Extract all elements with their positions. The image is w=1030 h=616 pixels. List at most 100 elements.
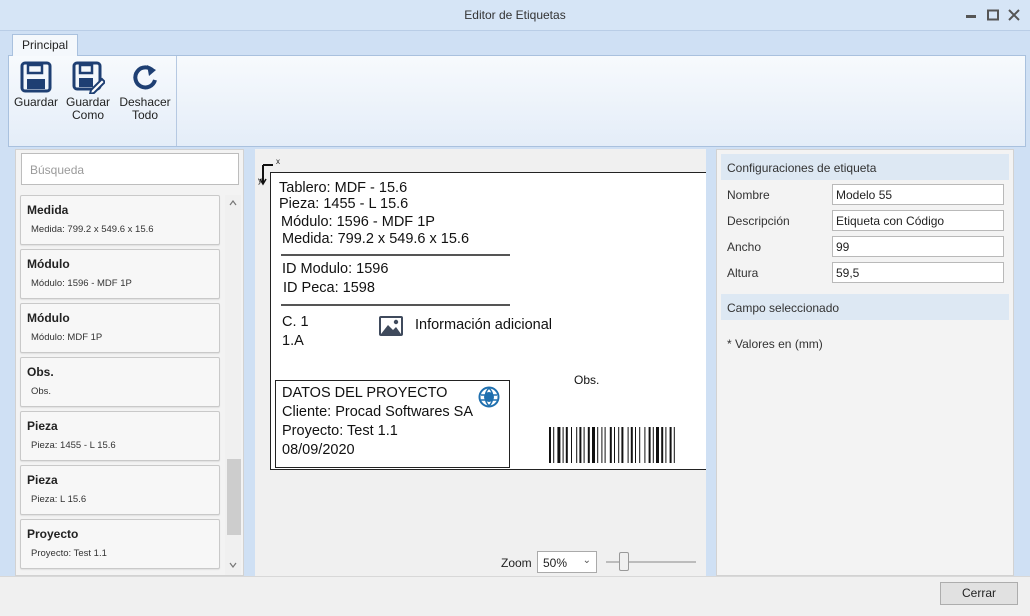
label-field-tablero[interactable]: Tablero: MDF - 15.6 bbox=[279, 180, 407, 196]
label-field-c[interactable]: C. 1 bbox=[282, 314, 309, 330]
barcode-bar bbox=[579, 427, 582, 463]
tab-principal[interactable]: Principal bbox=[12, 34, 78, 56]
barcode-bar bbox=[652, 427, 654, 463]
list-item-name: Obs. bbox=[27, 365, 54, 379]
zoom-slider-thumb[interactable] bbox=[619, 552, 629, 571]
project-box[interactable]: DATOS DEL PROYECTO Cliente: Procad Softw… bbox=[275, 380, 510, 468]
barcode-bar bbox=[614, 427, 615, 463]
list-item-name: Pieza bbox=[27, 473, 58, 487]
zoom-bar: Zoom 50% ⌄ bbox=[255, 549, 706, 576]
close-icon bbox=[1008, 9, 1020, 21]
nombre-field[interactable]: Modelo 55 bbox=[832, 184, 1004, 205]
barcode-bar bbox=[621, 427, 624, 463]
selected-field-header: Campo seleccionado bbox=[721, 294, 1009, 320]
barcode-bar bbox=[648, 427, 651, 463]
prop-label-descripcion: Descripción bbox=[727, 214, 790, 228]
project-client[interactable]: Cliente: Procad Softwares SA bbox=[282, 404, 473, 420]
undo-all-button[interactable]: Deshacer Todo bbox=[117, 60, 173, 122]
label-field-modulo[interactable]: Módulo: 1596 - MDF 1P bbox=[281, 214, 435, 230]
list-item[interactable]: Pieza Pieza: L 15.6 bbox=[20, 465, 220, 515]
barcode-bar bbox=[571, 427, 572, 463]
barcode-bar bbox=[576, 427, 578, 463]
fields-list: Medida Medida: 799.2 x 549.6 x 15.6 Módu… bbox=[20, 195, 220, 573]
label-preview[interactable]: Tablero: MDF - 15.6 Pieza: 1455 - L 15.6… bbox=[270, 172, 706, 470]
close-window-button[interactable] bbox=[1007, 9, 1021, 21]
list-item[interactable]: Pieza Pieza: 1455 - L 15.6 bbox=[20, 411, 220, 461]
window-title: Editor de Etiquetas bbox=[464, 8, 566, 22]
list-item-value: Módulo: 1596 - MDF 1P bbox=[31, 278, 132, 289]
list-item-name: Pieza bbox=[27, 419, 58, 433]
company-logo-icon[interactable] bbox=[478, 386, 500, 408]
chevron-down-icon: ⌄ bbox=[582, 555, 591, 566]
barcode-bar bbox=[656, 427, 659, 463]
label-field-id-peca[interactable]: ID Peca: 1598 bbox=[283, 280, 375, 296]
maximize-button[interactable] bbox=[986, 9, 1000, 21]
list-item-value: Pieza: L 15.6 bbox=[31, 494, 87, 505]
image-icon[interactable] bbox=[378, 315, 404, 337]
search-input[interactable]: Búsqueda bbox=[21, 153, 239, 185]
properties-panel: Configuraciones de etiqueta Nombre Model… bbox=[716, 149, 1014, 576]
axis-x-label: x bbox=[276, 157, 280, 166]
barcode-bar bbox=[553, 427, 555, 463]
barcode-bar bbox=[565, 427, 568, 463]
list-item[interactable]: Proyecto Proyecto: Test 1.1 bbox=[20, 519, 220, 569]
zoom-select[interactable]: 50% ⌄ bbox=[537, 551, 597, 573]
title-bar: Editor de Etiquetas bbox=[0, 0, 1030, 31]
save-label: Guardar bbox=[13, 95, 59, 109]
prop-label-altura: Altura bbox=[727, 266, 759, 280]
label-field-medida[interactable]: Medida: 799.2 x 549.6 x 15.6 bbox=[282, 231, 469, 247]
list-item-name: Módulo bbox=[27, 257, 70, 271]
list-item-name: Proyecto bbox=[27, 527, 79, 541]
divider-line[interactable] bbox=[281, 304, 510, 306]
ribbon-body: Guardar Guardar Como Deshacer Todo bbox=[8, 55, 1026, 147]
undo-all-label: Deshacer Todo bbox=[119, 95, 171, 122]
zoom-value: 50% bbox=[543, 556, 568, 570]
list-item-value: Obs. bbox=[31, 386, 52, 397]
label-field-a[interactable]: 1.A bbox=[282, 333, 304, 349]
barcode-bar bbox=[644, 427, 646, 463]
barcode-bar bbox=[601, 427, 603, 463]
list-item[interactable]: Obs. Obs. bbox=[20, 357, 220, 407]
barcode-bar bbox=[630, 427, 633, 463]
project-title[interactable]: DATOS DEL PROYECTO bbox=[282, 385, 447, 401]
close-button[interactable]: Cerrar bbox=[940, 582, 1018, 605]
list-item[interactable]: Medida Medida: 799.2 x 549.6 x 15.6 bbox=[20, 195, 220, 245]
list-item[interactable]: Módulo Módulo: 1596 - MDF 1P bbox=[20, 249, 220, 299]
footer: Cerrar bbox=[0, 576, 1030, 616]
barcode-bar bbox=[627, 427, 629, 463]
save-button[interactable]: Guardar bbox=[11, 60, 61, 109]
barcode-bar bbox=[609, 427, 612, 463]
label-field-info-adicional[interactable]: Información adicional bbox=[415, 317, 552, 333]
descripcion-field[interactable]: Etiqueta con Código bbox=[832, 210, 1004, 231]
save-as-button[interactable]: Guardar Como bbox=[63, 60, 113, 122]
chevron-up-icon[interactable] bbox=[229, 199, 237, 207]
list-item-name: Medida bbox=[27, 203, 69, 217]
prop-label-ancho: Ancho bbox=[727, 240, 762, 254]
ancho-field[interactable]: 99 bbox=[832, 236, 1004, 257]
list-item[interactable]: Módulo Módulo: MDF 1P bbox=[20, 303, 220, 353]
undo-all-icon bbox=[133, 65, 157, 90]
save-as-icon bbox=[72, 61, 105, 94]
barcode[interactable] bbox=[549, 427, 707, 463]
barcode-bar bbox=[665, 427, 667, 463]
barcode-bar bbox=[583, 427, 585, 463]
project-date[interactable]: 08/09/2020 bbox=[282, 442, 355, 458]
barcode-bar bbox=[669, 427, 672, 463]
ribbon-group-file: Guardar Guardar Como Deshacer Todo bbox=[9, 56, 177, 146]
scrollbar-thumb[interactable] bbox=[227, 459, 241, 535]
barcode-bar bbox=[562, 427, 564, 463]
label-field-obs[interactable]: Obs. bbox=[574, 373, 599, 387]
chevron-down-icon[interactable] bbox=[229, 561, 237, 569]
save-icon bbox=[20, 61, 52, 93]
fields-panel: Búsqueda Medida Medida: 799.2 x 549.6 x … bbox=[15, 149, 244, 576]
barcode-bar bbox=[661, 427, 664, 463]
config-header: Configuraciones de etiqueta bbox=[721, 154, 1009, 180]
project-name[interactable]: Proyecto: Test 1.1 bbox=[282, 423, 398, 439]
divider-line[interactable] bbox=[281, 254, 510, 256]
label-field-pieza[interactable]: Pieza: 1455 - L 15.6 bbox=[279, 196, 408, 212]
fields-scrollbar[interactable] bbox=[225, 195, 241, 575]
label-canvas[interactable]: x y Tablero: MDF - 15.6 Pieza: 1455 - L … bbox=[255, 149, 706, 549]
label-field-id-modulo[interactable]: ID Modulo: 1596 bbox=[282, 261, 388, 277]
minimize-button[interactable] bbox=[964, 9, 978, 21]
altura-field[interactable]: 59,5 bbox=[832, 262, 1004, 283]
